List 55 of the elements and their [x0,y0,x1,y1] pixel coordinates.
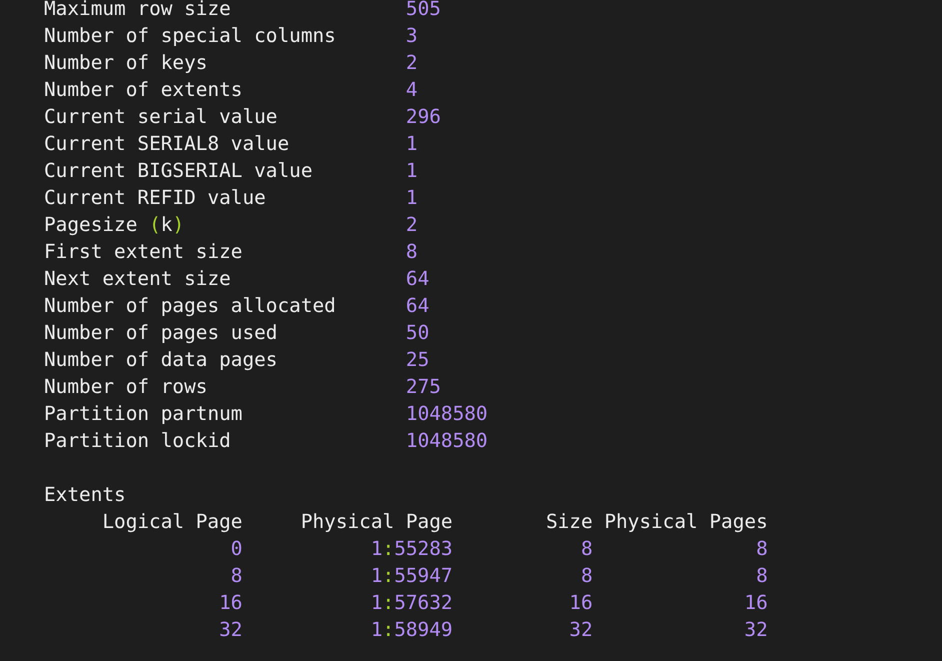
field-value: 3 [406,23,418,49]
field-value: 64 [406,266,430,292]
field-label: First extent size [44,239,244,265]
field-label: Number of pages allocated [44,293,337,319]
table-cell: 8 [756,537,768,560]
table-cell: 32 [569,618,593,641]
table-cell: 8 [756,564,768,587]
field-label: Number of data pages [44,347,278,373]
field-value: 8 [406,239,418,265]
field-value: 64 [406,293,430,319]
field-label: Number of extents [44,77,244,103]
field-value: 1048580 [406,401,488,427]
field-label: Current REFID value [44,185,267,211]
field-label: Next extent size [44,266,232,292]
table-cell: 16 [569,591,593,614]
field-value: 1 [406,185,418,211]
field-label: Number of pages used [44,320,278,346]
field-value: 1048580 [406,428,488,454]
field-label: Maximum row size [44,0,232,22]
field-label: Number of rows [44,374,208,400]
section-title: Extents [44,482,126,508]
column-header: Physical Page [300,510,453,533]
field-value: 4 [406,77,418,103]
field-value: 25 [406,347,430,373]
field-label: Number of special columns [44,23,337,49]
field-label: Current serial value [44,104,278,130]
table-cell: 16 [744,591,768,614]
column-header: Physical Pages [604,510,768,533]
table-cell: 1:58949 [370,618,453,641]
table-cell: 32 [219,618,242,641]
table-cell: 1:57632 [370,591,453,614]
table-cell: 1:55947 [370,564,453,587]
field-value: 1 [406,158,418,184]
column-header: Size [546,510,593,533]
table-cell: 32 [744,618,768,641]
field-value: 2 [406,212,418,238]
field-value: 296 [406,104,441,130]
table-cell: 8 [580,537,593,560]
field-value: 50 [406,320,430,346]
table-cell: 0 [230,537,242,560]
field-value: 505 [406,0,441,22]
column-header: Logical Page [102,510,242,533]
table-cell: 8 [230,564,242,587]
field-value: 2 [406,50,418,76]
field-label: Pagesize (k) [44,212,186,238]
field-label: Current BIGSERIAL value [44,158,314,184]
field-value: 1 [406,131,418,157]
field-label: Partition lockid [44,428,232,454]
table-cell: 1:55283 [370,537,453,560]
field-label: Partition partnum [44,401,244,427]
table-cell: 16 [219,591,242,614]
field-label: Current SERIAL8 value [44,131,290,157]
field-label: Number of keys [44,50,208,76]
field-value: 275 [406,374,441,400]
table-cell: 8 [580,564,593,587]
